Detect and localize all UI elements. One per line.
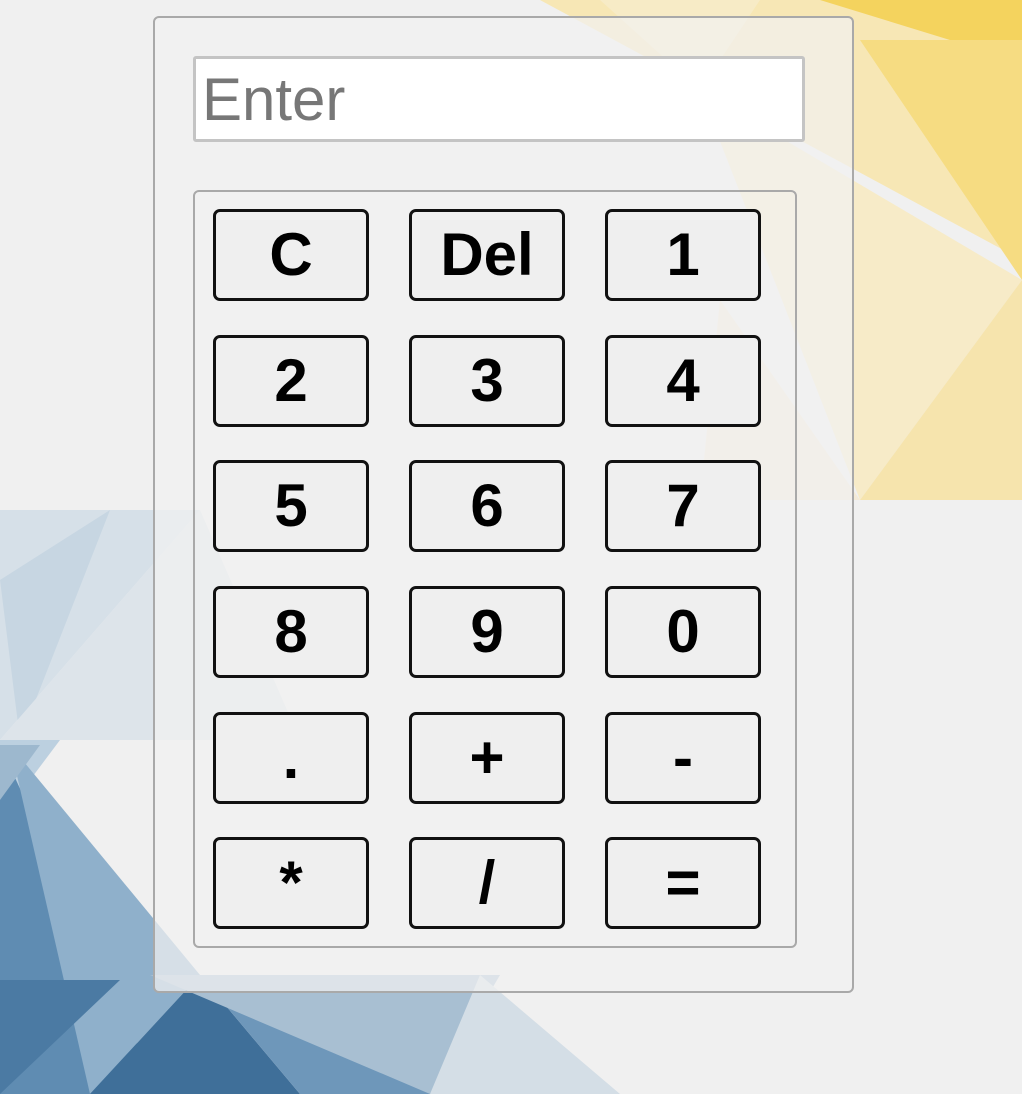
- delete-button[interactable]: Del: [409, 209, 565, 301]
- digit-4-button[interactable]: 4: [605, 335, 761, 427]
- decimal-point-button[interactable]: .: [213, 712, 369, 804]
- digit-8-button[interactable]: 8: [213, 586, 369, 678]
- minus-button[interactable]: -: [605, 712, 761, 804]
- digit-5-button[interactable]: 5: [213, 460, 369, 552]
- digit-1-button[interactable]: 1: [605, 209, 761, 301]
- divide-button[interactable]: /: [409, 837, 565, 929]
- digit-9-button[interactable]: 9: [409, 586, 565, 678]
- clear-button[interactable]: C: [213, 209, 369, 301]
- equals-button[interactable]: =: [605, 837, 761, 929]
- digit-6-button[interactable]: 6: [409, 460, 565, 552]
- digit-3-button[interactable]: 3: [409, 335, 565, 427]
- digit-0-button[interactable]: 0: [605, 586, 761, 678]
- digit-7-button[interactable]: 7: [605, 460, 761, 552]
- plus-button[interactable]: +: [409, 712, 565, 804]
- multiply-button[interactable]: *: [213, 837, 369, 929]
- keypad: C Del 1 2 3 4 5 6 7 8 9 0 . + - * / =: [193, 190, 797, 948]
- digit-2-button[interactable]: 2: [213, 335, 369, 427]
- calculator-panel: C Del 1 2 3 4 5 6 7 8 9 0 . + - * / =: [153, 16, 854, 993]
- calculator-display-input[interactable]: [193, 56, 805, 142]
